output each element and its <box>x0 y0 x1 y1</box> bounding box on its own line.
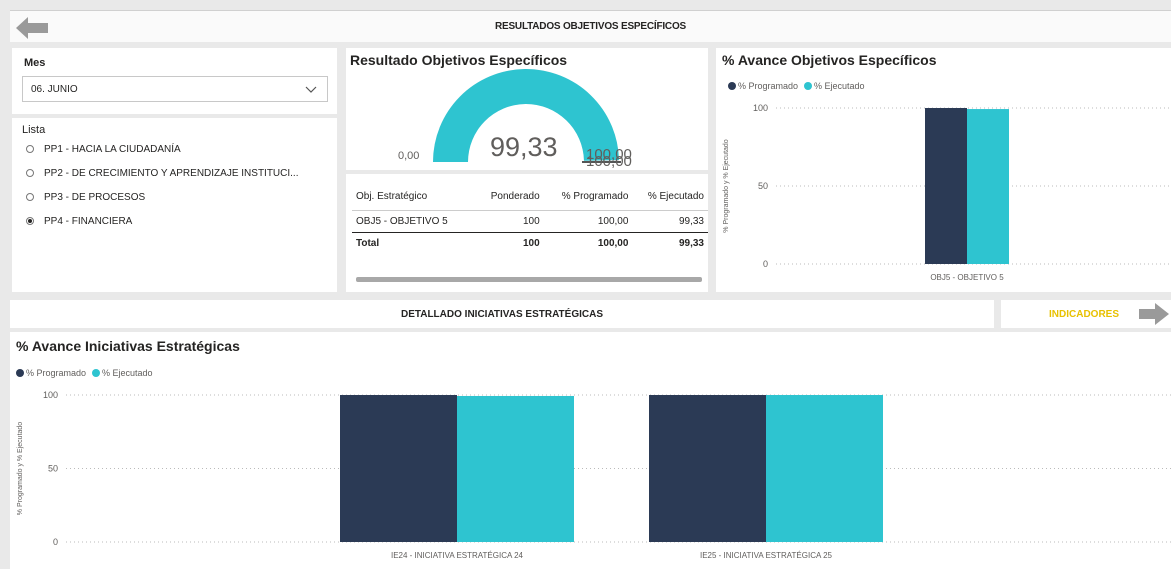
list-option-label: PP4 - FINANCIERA <box>44 215 133 227</box>
bar-ejecutado <box>967 109 1009 264</box>
table-total-cell: Total <box>352 231 478 254</box>
gauge-card: Resultado Objetivos Específicos 0,00 99,… <box>346 48 708 170</box>
indicadores-label: INDICADORES <box>1049 309 1120 320</box>
table-header-cell[interactable]: Ponderado <box>477 184 544 211</box>
table-row: OBJ5 - OBJETIVO 5 100 100,00 99,33 <box>352 210 708 232</box>
y-axis-label: % Programado y % Ejecutado <box>723 139 730 232</box>
list-option[interactable]: PP3 - DE PROCESOS <box>26 188 145 206</box>
list-slicer-label: Lista <box>22 124 46 136</box>
list-option[interactable]: PP1 - HACIA LA CIUDADANÍA <box>26 140 181 158</box>
x-tick-label: OBJ5 - OBJETIVO 5 <box>930 273 1004 282</box>
table-total-cell: 100 <box>477 231 544 254</box>
gauge-min-label: 0,00 <box>398 150 420 162</box>
list-option-label: PP3 - DE PROCESOS <box>44 191 146 203</box>
bar-programado <box>340 395 457 542</box>
y-tick-label: 0 <box>763 259 768 269</box>
gauge-target-label: 100,00 <box>586 153 632 170</box>
month-dropdown-value: 06. JUNIO <box>31 84 78 95</box>
radio-button[interactable] <box>26 169 34 177</box>
month-dropdown[interactable]: 06. JUNIO <box>22 76 328 102</box>
gauge-value-label: 99,33 <box>490 132 558 162</box>
radio-button[interactable] <box>26 145 34 153</box>
page-title: RESULTADOS OBJETIVOS ESPECÍFICOS <box>494 21 687 32</box>
objectives-table-card: Obj. Estratégico Ponderado% Programado% E… <box>346 174 708 292</box>
table-cell: OBJ5 - OBJETIVO 5 <box>356 215 448 227</box>
x-tick-label: IE25 - INICIATIVA ESTRATÉGICA 25 <box>700 551 833 560</box>
table-total-cell: 100,00 <box>543 231 633 254</box>
list-option[interactable]: PP4 - FINANCIERA <box>26 212 132 230</box>
y-axis-label: % Programado y % Ejecutado <box>17 422 24 515</box>
bar-programado <box>925 108 967 264</box>
table-total-cell: 99,33 <box>632 231 708 254</box>
y-tick-label: 50 <box>48 464 58 474</box>
section-title: DETALLADO INICIATIVAS ESTRATÉGICAS <box>400 309 604 320</box>
objectives-bar-chart: 0 50 100 % Programado y % Ejecutado OBJ5 - O… <box>723 103 1171 282</box>
bar-ejecutado <box>457 395 574 542</box>
table-cell: 100,00 <box>597 215 629 227</box>
table-header-cell[interactable]: % Programado <box>543 184 633 211</box>
forward-arrow-icon <box>1139 303 1169 325</box>
indicadores-button[interactable]: INDICADORES <box>1001 300 1171 328</box>
list-option[interactable]: PP2 - DE CRECIMIENTO Y APRENDIZAJE INSTI… <box>26 164 299 182</box>
y-tick-label: 100 <box>753 103 768 113</box>
list-option-label: PP2 - DE CRECIMIENTO Y APRENDIZAJE INSTI… <box>44 167 299 179</box>
section-band: DETALLADO INICIATIVAS ESTRATÉGICAS <box>10 300 994 328</box>
table-cell: 99,33 <box>678 215 704 227</box>
initiatives-bar-chart: 0 50 100 % Programado y % Ejecutado IE24 - I… <box>17 390 1171 560</box>
y-tick-label: 0 <box>53 537 58 547</box>
radio-button[interactable] <box>26 193 34 201</box>
month-slicer-label: Mes <box>24 57 46 69</box>
list-option-label: PP1 - HACIA LA CIUDADANÍA <box>44 143 181 155</box>
table-scrollbar[interactable] <box>356 277 702 282</box>
page-header: RESULTADOS OBJETIVOS ESPECÍFICOS <box>10 10 1171 42</box>
list-slicer: Lista PP1 - HACIA LA CIUDADANÍA PP2 - DE … <box>12 118 337 292</box>
objectives-table: Obj. Estratégico Ponderado% Programado% E… <box>352 184 708 254</box>
y-tick-label: 100 <box>43 390 58 400</box>
x-tick-label: IE24 - INICIATIVA ESTRATÉGICA 24 <box>391 551 524 560</box>
chevron-down-icon <box>305 86 317 93</box>
table-header-cell[interactable]: Obj. Estratégico <box>352 184 478 211</box>
initiatives-chart-card: % Avance Iniciativas Estratégicas % Prog… <box>10 332 1171 569</box>
table-cell: 100 <box>522 215 540 227</box>
y-tick-label: 50 <box>758 181 768 191</box>
bar-ejecutado <box>766 395 883 542</box>
bar-programado <box>649 395 766 542</box>
objectives-chart-card: % Avance Objetivos Específicos % Program… <box>716 48 1171 292</box>
table-header-cell[interactable]: % Ejecutado <box>632 184 708 211</box>
table-total-row: Total 100 100,00 99,33 <box>352 231 708 254</box>
month-slicer: Mes 06. JUNIO <box>12 48 337 114</box>
radio-button[interactable] <box>26 217 34 225</box>
